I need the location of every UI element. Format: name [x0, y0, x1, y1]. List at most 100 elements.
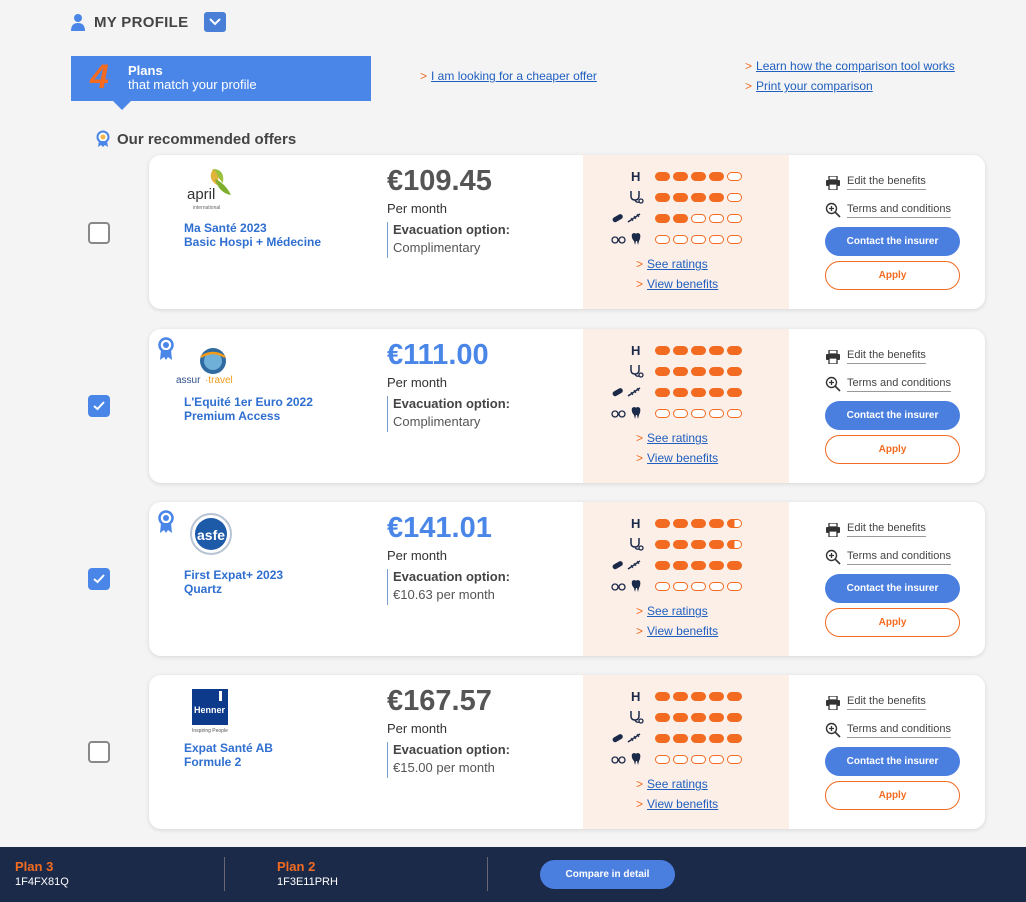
edit-benefits-label: Edit the benefits [847, 349, 926, 364]
compare-checkbox[interactable] [88, 395, 110, 417]
cheaper-offer-link[interactable]: > I am looking for a cheaper offer [420, 69, 597, 83]
zoom-in-icon [825, 202, 841, 218]
rating-pill [691, 539, 706, 549]
recommended-heading: Our recommended offers [95, 130, 296, 148]
rating-pills [655, 171, 742, 181]
evacuation-label: Evacuation option: [393, 222, 510, 237]
plan-name-line-1: First Expat+ 2023 [184, 568, 284, 582]
rating-pill [727, 171, 742, 181]
banner-pointer [113, 101, 131, 110]
see-ratings-link[interactable]: > See ratings [636, 777, 708, 791]
rating-pill [673, 733, 688, 743]
rating-pill [673, 754, 688, 764]
rating-pill [655, 171, 670, 181]
edit-benefits-label: Edit the benefits [847, 522, 926, 537]
contact-insurer-button[interactable]: Contact the insurer [825, 574, 960, 603]
rating-pill [673, 518, 688, 528]
rating-row [611, 752, 742, 766]
per-month-label: Per month [387, 548, 447, 563]
rating-pill [673, 408, 688, 418]
chevron-down-icon [209, 18, 222, 26]
glasses-tooth-icon [611, 232, 645, 246]
rating-pill [709, 234, 724, 244]
rating-pill [727, 213, 742, 223]
plans-count: 4 [90, 58, 109, 96]
footer-plan-b[interactable]: Plan 2 1F3E11PRH [277, 859, 338, 888]
see-ratings-link[interactable]: > See ratings [636, 604, 708, 618]
rating-pill [709, 345, 724, 355]
plans-banner: 4 Plans that match your profile [71, 56, 371, 110]
edit-benefits-link[interactable]: Edit the benefits [825, 175, 926, 190]
rating-pill [709, 754, 724, 764]
rating-pill [655, 691, 670, 701]
rating-row: H [611, 169, 742, 184]
learn-comparison-link[interactable]: > Learn how the comparison tool works [745, 59, 955, 73]
view-benefits-link[interactable]: > View benefits [636, 797, 718, 811]
view-benefits-link[interactable]: > View benefits [636, 277, 718, 291]
chevron-right-icon: > [636, 257, 644, 271]
rating-pill [655, 192, 670, 202]
footer-plan-a[interactable]: Plan 3 1F4FX81Q [15, 859, 69, 888]
print-comparison-link[interactable]: > Print your comparison [745, 79, 873, 93]
rating-pill [709, 691, 724, 701]
compare-checkbox[interactable] [88, 222, 110, 244]
pills-syringe-icon [611, 558, 645, 572]
contact-insurer-button[interactable]: Contact the insurer [825, 227, 960, 256]
rating-pill [709, 213, 724, 223]
profile-header: MY PROFILE [70, 12, 227, 32]
chevron-right-icon: > [636, 431, 644, 445]
rating-pill [655, 518, 670, 528]
rating-pill [727, 234, 742, 244]
compare-in-detail-button[interactable]: Compare in detail [540, 860, 675, 889]
contact-insurer-button[interactable]: Contact the insurer [825, 401, 960, 430]
rating-pill [709, 581, 724, 591]
rating-pill [673, 345, 688, 355]
rating-pill [727, 712, 742, 722]
chevron-right-icon: > [420, 69, 428, 83]
svg-text:international: international [193, 205, 220, 211]
rating-pill [709, 387, 724, 397]
apply-button[interactable]: Apply [825, 261, 960, 290]
terms-conditions-link[interactable]: Terms and conditions [825, 549, 951, 565]
rating-pill [673, 213, 688, 223]
view-benefits-label: View benefits [647, 797, 719, 811]
terms-conditions-link[interactable]: Terms and conditions [825, 376, 951, 392]
edit-benefits-label: Edit the benefits [847, 175, 926, 190]
footer-plan-a-label: Plan 3 [15, 859, 54, 874]
apply-button[interactable]: Apply [825, 781, 960, 810]
profile-toggle-button[interactable] [204, 12, 227, 32]
edit-benefits-label: Edit the benefits [847, 695, 926, 710]
plan-name-line-2: Formule 2 [184, 755, 242, 769]
rating-pill [727, 345, 742, 355]
contact-insurer-button[interactable]: Contact the insurer [825, 747, 960, 776]
edit-benefits-link[interactable]: Edit the benefits [825, 695, 926, 710]
terms-conditions-link[interactable]: Terms and conditions [825, 202, 951, 218]
see-ratings-label: See ratings [647, 431, 708, 445]
view-benefits-link[interactable]: > View benefits [636, 451, 718, 465]
apply-button[interactable]: Apply [825, 608, 960, 637]
svg-text:assur: assur [176, 375, 201, 386]
terms-conditions-link[interactable]: Terms and conditions [825, 722, 951, 738]
plan-name-line-2: Quartz [184, 582, 223, 596]
compare-checkbox[interactable] [88, 741, 110, 763]
edit-benefits-link[interactable]: Edit the benefits [825, 522, 926, 537]
evacuation-label: Evacuation option: [393, 742, 510, 757]
see-ratings-link[interactable]: > See ratings [636, 257, 708, 271]
terms-conditions-label: Terms and conditions [847, 203, 951, 218]
apply-button[interactable]: Apply [825, 435, 960, 464]
per-month-label: Per month [387, 201, 447, 216]
glasses-tooth-icon [611, 406, 645, 420]
rating-pills [655, 539, 742, 549]
terms-conditions-label: Terms and conditions [847, 377, 951, 392]
rating-pill [691, 345, 706, 355]
view-benefits-link[interactable]: > View benefits [636, 624, 718, 638]
rating-pill [709, 712, 724, 722]
rating-pills [655, 213, 742, 223]
offer-card: asfe First Expat+ 2023 Quartz €141.01 Per mo… [149, 502, 985, 656]
rating-row [611, 558, 742, 572]
see-ratings-link[interactable]: > See ratings [636, 431, 708, 445]
edit-benefits-link[interactable]: Edit the benefits [825, 349, 926, 364]
compare-checkbox[interactable] [88, 568, 110, 590]
card-actions: Edit the benefits Terms and conditions Con… [825, 502, 965, 656]
rating-pill [691, 192, 706, 202]
